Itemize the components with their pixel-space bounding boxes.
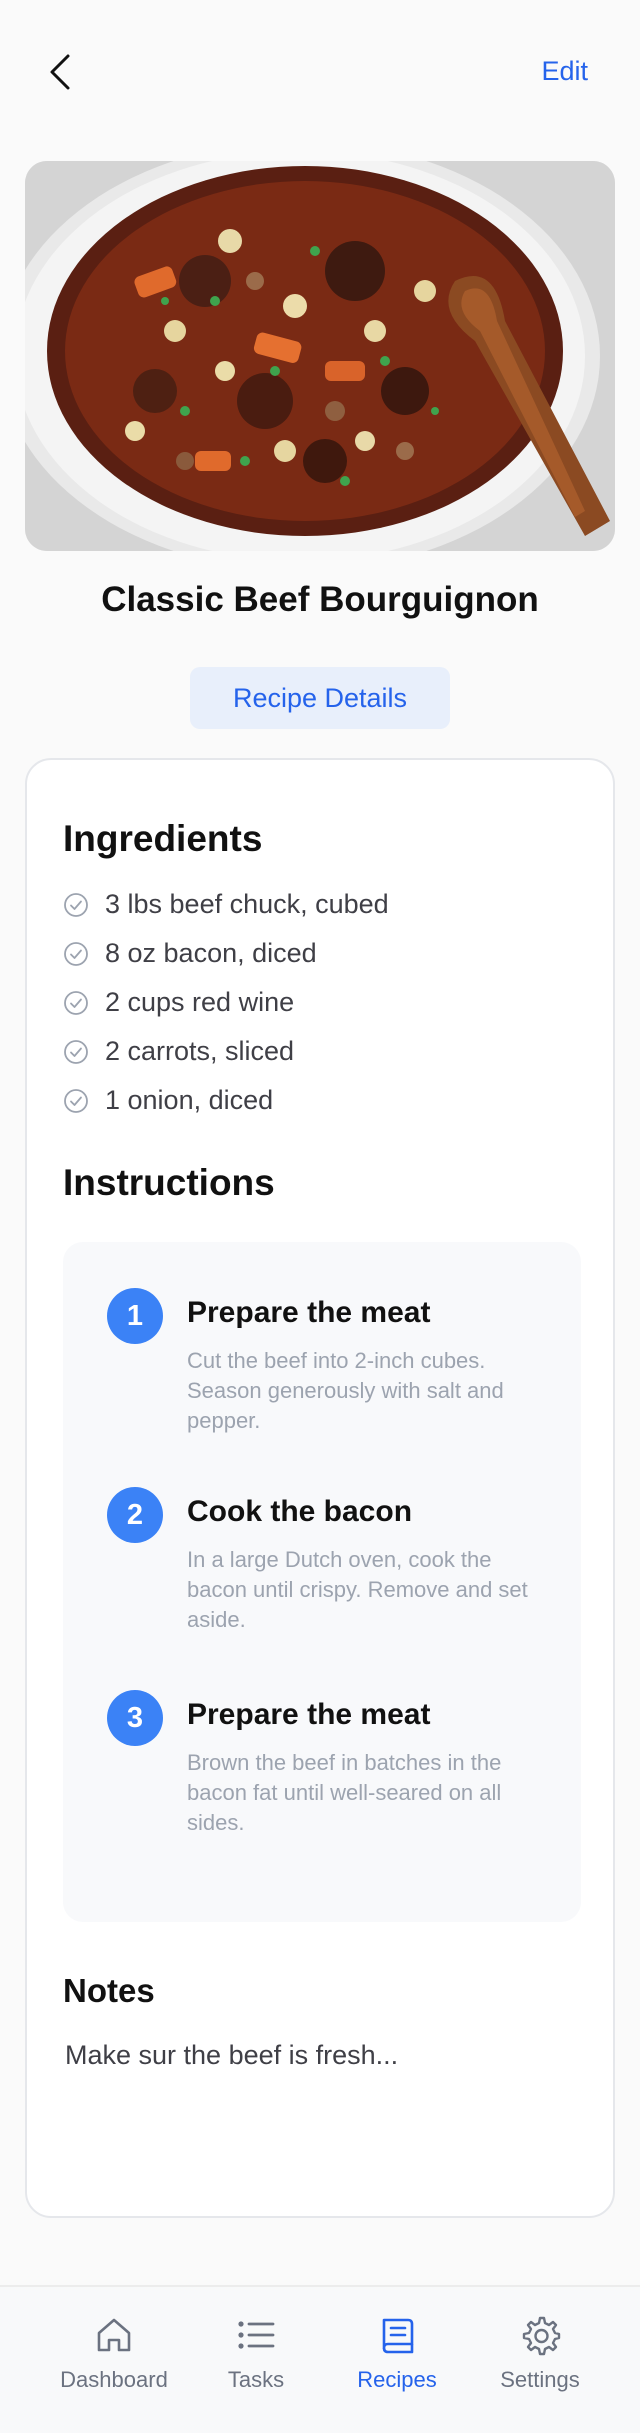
tab-label: Dashboard (60, 2367, 168, 2392)
check-circle-icon (63, 1039, 89, 1065)
top-bar: Edit (0, 0, 640, 140)
home-icon (92, 2313, 136, 2357)
recipe-title: Classic Beef Bourguignon (101, 580, 539, 619)
step-title: Prepare the meat (187, 1698, 431, 1731)
tab-dashboard[interactable]: Dashboard (44, 2287, 184, 2433)
recipe-book-icon (375, 2313, 419, 2357)
recipe-details-button[interactable]: Recipe Details (190, 667, 450, 729)
tab-recipes[interactable]: Recipes (327, 2287, 467, 2433)
chevron-left-icon (50, 54, 70, 90)
ingredient-label: 2 cups red wine (105, 987, 295, 1017)
tab-tasks[interactable]: Tasks (186, 2287, 326, 2433)
step-description: Brown the beef in batches in the bacon f… (187, 1750, 502, 1835)
tab-settings[interactable]: Settings (470, 2287, 610, 2433)
ingredient-item[interactable]: 1 onion, diced (63, 1076, 583, 1125)
check-circle-icon (63, 1088, 89, 1114)
check-circle-icon (63, 990, 89, 1016)
ingredient-item[interactable]: 2 cups red wine (63, 978, 583, 1027)
list-icon (234, 2313, 278, 2357)
recipe-photo (25, 161, 615, 551)
step-title: Prepare the meat (187, 1296, 431, 1329)
step-title: Cook the bacon (187, 1495, 413, 1528)
tab-label: Settings (500, 2367, 580, 2392)
step-number-badge: 1 (107, 1288, 163, 1344)
step-number-badge: 2 (107, 1487, 163, 1543)
recipe-card: Ingredients 3 lbs beef chuck, cubed 8 oz… (25, 758, 615, 2218)
step-description: Cut the beef into 2-inch cubes. Season g… (187, 1348, 504, 1433)
back-button[interactable] (40, 50, 80, 94)
ingredient-label: 2 carrots, sliced (105, 1036, 295, 1066)
ingredient-label: 3 lbs beef chuck, cubed (105, 889, 389, 919)
tab-label: Recipes (357, 2367, 437, 2392)
tab-label: Tasks (227, 2367, 285, 2392)
instructions-heading: Instructions (63, 1162, 275, 1203)
ingredients-heading: Ingredients (63, 818, 263, 859)
ingredients-list: 3 lbs beef chuck, cubed 8 oz bacon, dice… (63, 880, 583, 1125)
ingredient-label: 1 onion, diced (105, 1085, 274, 1115)
check-circle-icon (63, 941, 89, 967)
check-circle-icon (63, 892, 89, 918)
notes-heading: Notes (63, 1972, 155, 2009)
notes-text[interactable]: Make sur the beef is fresh... (65, 2040, 398, 2071)
step-number-badge: 3 (107, 1690, 163, 1746)
ingredient-item[interactable]: 2 carrots, sliced (63, 1027, 583, 1076)
ingredient-label: 8 oz bacon, diced (105, 938, 317, 968)
gear-icon (518, 2313, 562, 2357)
step-description: In a large Dutch oven, cook the bacon un… (187, 1547, 528, 1632)
ingredient-item[interactable]: 8 oz bacon, diced (63, 929, 583, 978)
bottom-tab-bar: Dashboard Tasks Recipes Settings (0, 2285, 640, 2433)
instructions-list: 1 Prepare the meat Cut the beef into 2-i… (63, 1242, 581, 1922)
ingredient-item[interactable]: 3 lbs beef chuck, cubed (63, 880, 583, 929)
edit-button[interactable]: Edit (541, 56, 588, 87)
